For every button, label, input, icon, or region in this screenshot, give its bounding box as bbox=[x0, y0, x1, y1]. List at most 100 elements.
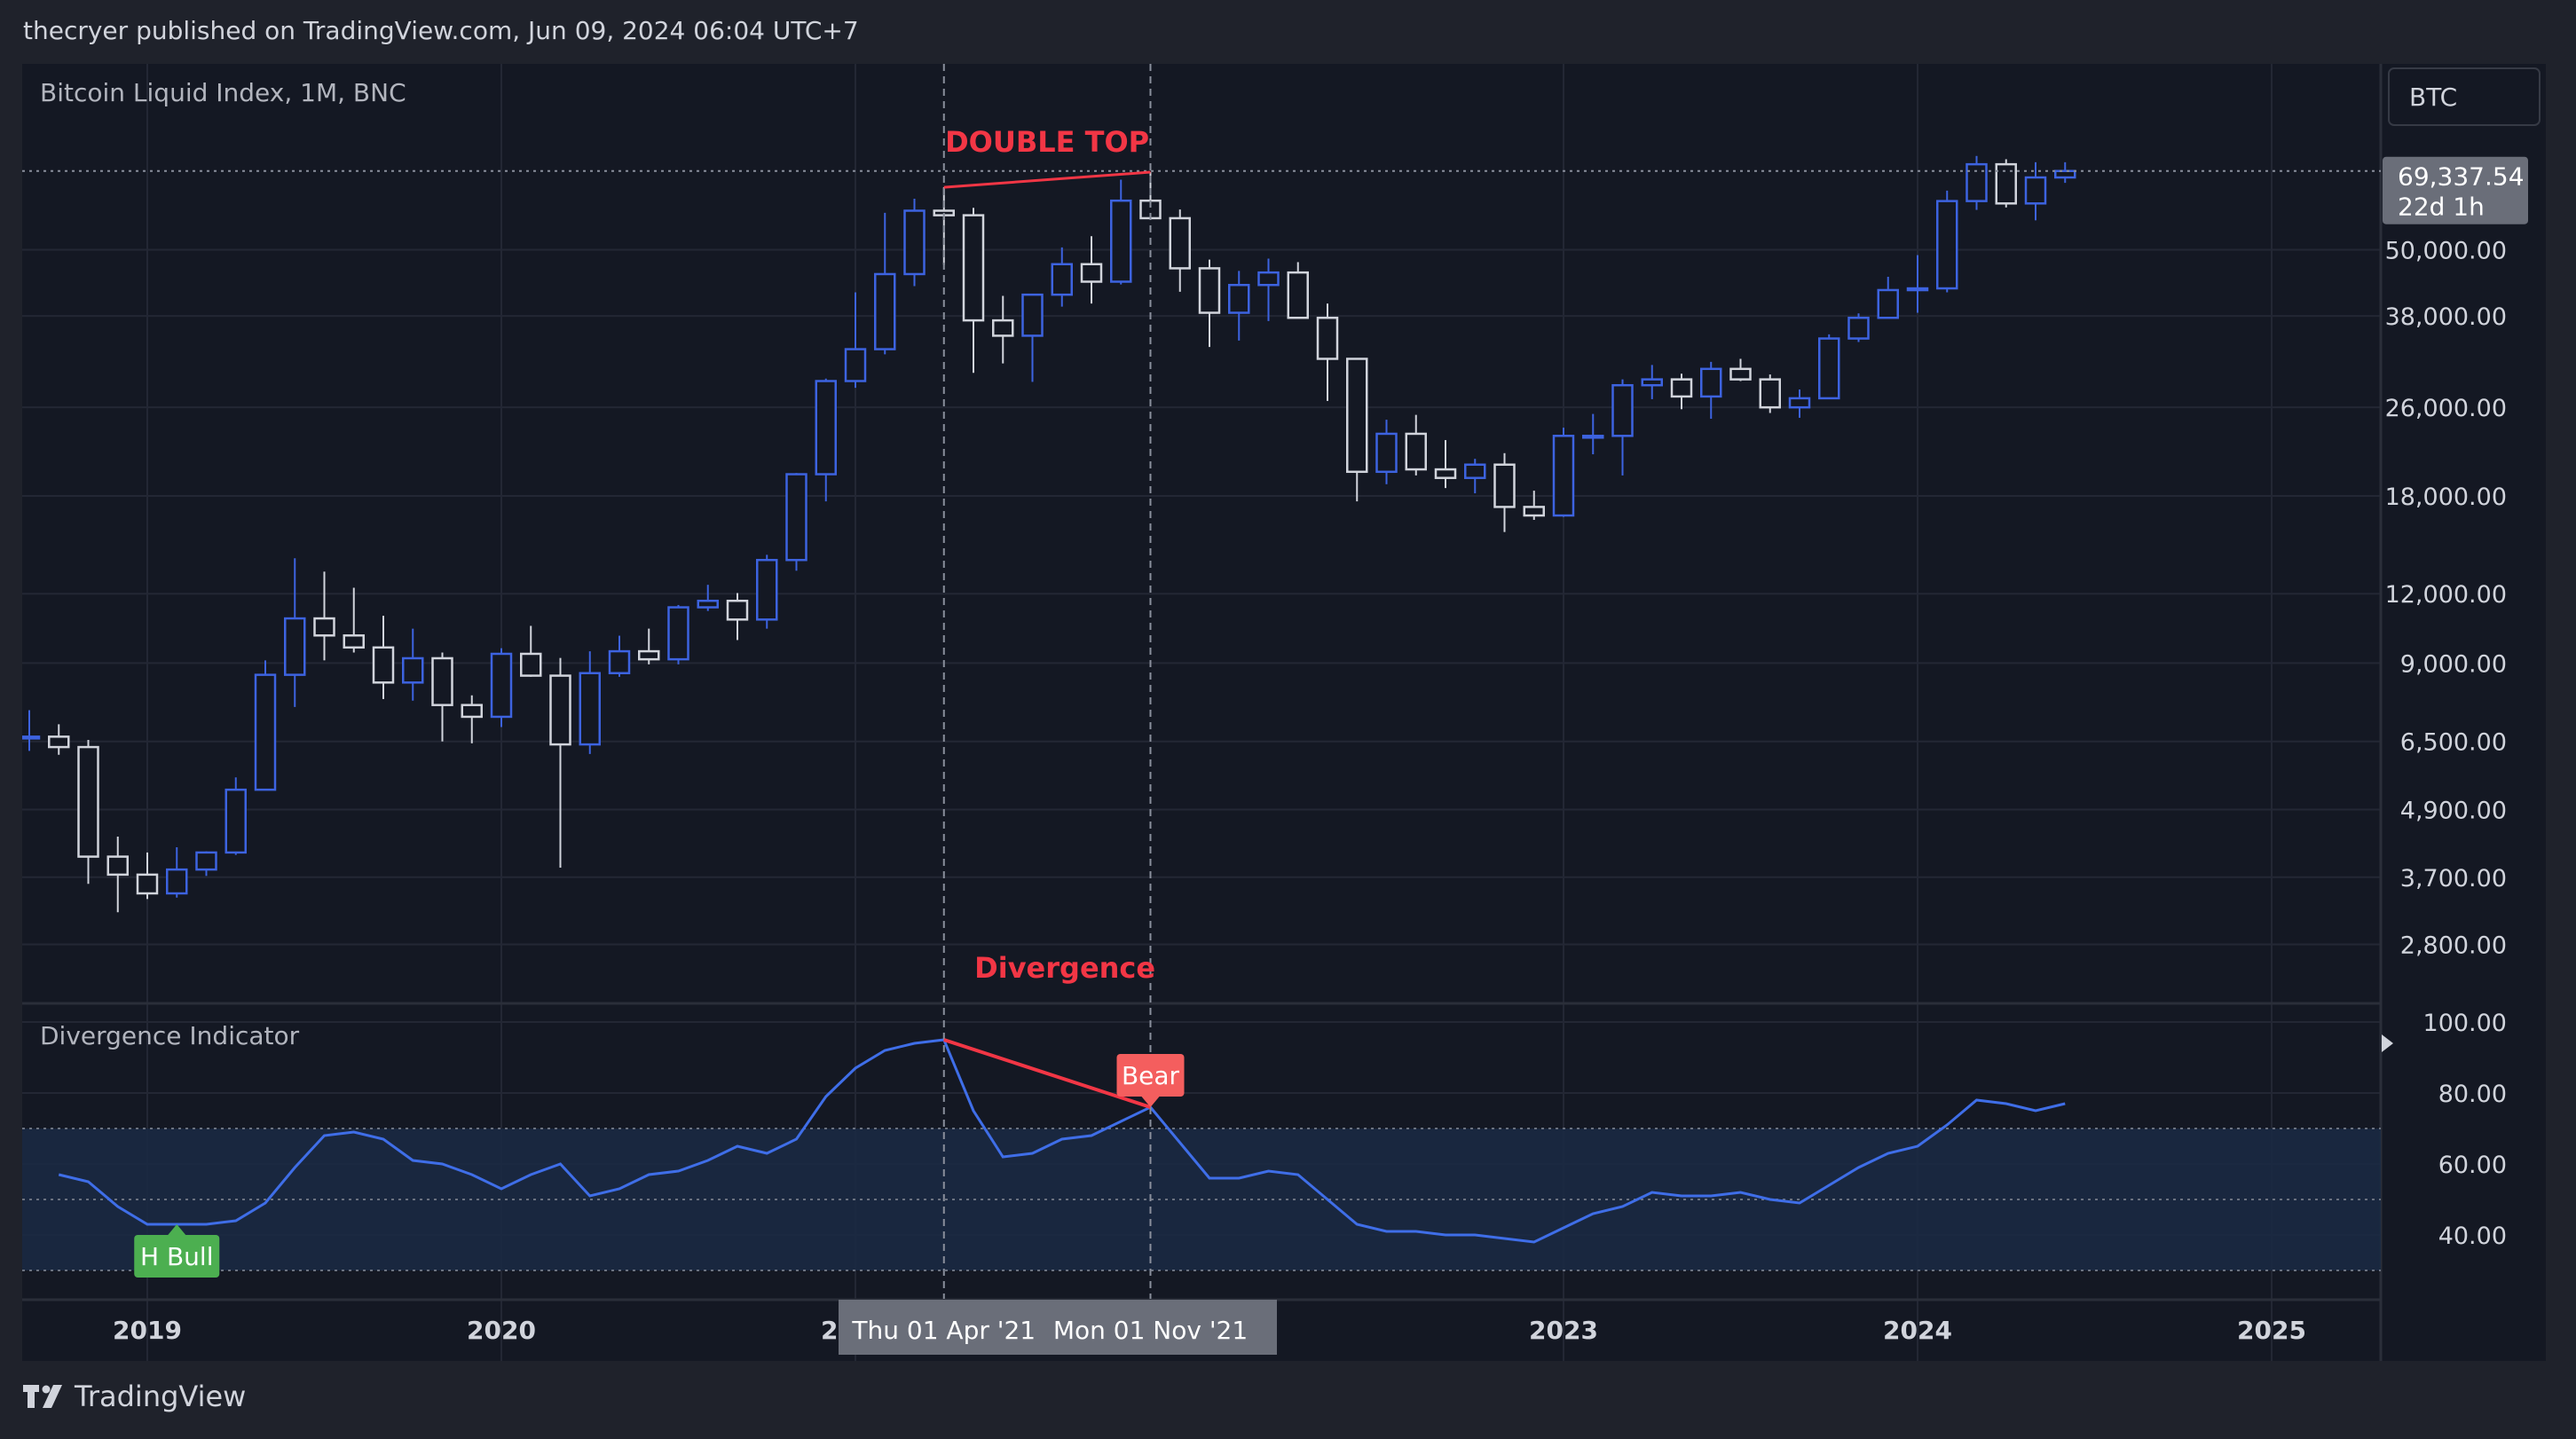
candle bbox=[1670, 374, 1693, 410]
candle bbox=[106, 836, 129, 913]
candle bbox=[1110, 179, 1132, 285]
candle bbox=[1080, 236, 1103, 304]
candle-body bbox=[667, 606, 689, 661]
candle-body bbox=[402, 657, 424, 684]
chart-svg[interactable]: DOUBLE TOP Divergence Bear H Bull Bitcoin L… bbox=[22, 64, 2546, 1361]
candle bbox=[284, 558, 306, 707]
candle-body bbox=[1169, 216, 1191, 270]
candle-body bbox=[1080, 263, 1103, 283]
tradingview-logo-icon bbox=[23, 1385, 62, 1408]
candle bbox=[1198, 259, 1221, 348]
crosshair-date-end: Mon 01 Nov '21 bbox=[1053, 1316, 1248, 1345]
publisher-line: thecryer published on TradingView.com, J… bbox=[23, 16, 859, 45]
candle bbox=[962, 208, 985, 374]
candle-body bbox=[549, 674, 571, 746]
candle-body bbox=[2024, 176, 2047, 205]
candle-body bbox=[1788, 397, 1811, 409]
candle bbox=[1523, 491, 1545, 520]
candle bbox=[48, 724, 70, 755]
candle bbox=[638, 628, 660, 664]
candle bbox=[1641, 365, 1663, 399]
candle-body bbox=[1670, 378, 1693, 398]
time-axis-label: 2023 bbox=[1529, 1316, 1598, 1345]
candle bbox=[1316, 303, 1339, 401]
candle-body bbox=[1287, 271, 1309, 319]
candle bbox=[1375, 420, 1398, 484]
candle-body bbox=[490, 652, 513, 719]
candle-body bbox=[1021, 293, 1044, 337]
candle-body bbox=[874, 272, 896, 350]
candle bbox=[77, 740, 99, 885]
candle bbox=[1759, 374, 1781, 413]
price-axis-label: 38,000.00 bbox=[2385, 303, 2507, 331]
candle-body bbox=[343, 634, 365, 649]
candle-body bbox=[1906, 287, 1929, 292]
time-axis-label: 2020 bbox=[467, 1316, 536, 1345]
candle bbox=[22, 710, 41, 751]
candle-body bbox=[1700, 367, 1722, 398]
pane-play-icon bbox=[2382, 1034, 2393, 1052]
candle-body bbox=[1051, 263, 1073, 296]
candle bbox=[815, 378, 837, 502]
candle bbox=[579, 651, 601, 754]
candle-body bbox=[1818, 337, 1840, 400]
candle bbox=[1700, 361, 1722, 419]
double-top-label: DOUBLE TOP bbox=[945, 125, 1149, 159]
candle-body bbox=[1110, 199, 1132, 283]
candle bbox=[844, 292, 867, 389]
candle-body bbox=[1936, 200, 1958, 290]
candle bbox=[1228, 271, 1250, 341]
candle bbox=[1464, 459, 1486, 494]
price-pane-title: Bitcoin Liquid Index, 1M, BNC bbox=[40, 78, 406, 107]
candle bbox=[431, 652, 453, 742]
candle-body bbox=[254, 673, 277, 791]
candle bbox=[195, 851, 217, 877]
price-axis-label: 4,900.00 bbox=[2400, 797, 2507, 824]
indicator-axis-label: 40.00 bbox=[2438, 1223, 2507, 1250]
candle bbox=[461, 695, 483, 743]
price-axis-label: 6,500.00 bbox=[2400, 729, 2507, 757]
price-axis-label: 2,800.00 bbox=[2400, 932, 2507, 959]
crosshair-date-badge: Thu 01 Apr '21 Mon 01 Nov '21 bbox=[839, 1300, 1277, 1355]
candle-body bbox=[844, 348, 867, 382]
candle bbox=[2054, 161, 2076, 184]
candle-body bbox=[313, 617, 335, 637]
indicator-band-layer bbox=[22, 1128, 2381, 1271]
candle bbox=[1346, 358, 1368, 502]
candle-body bbox=[1464, 463, 1486, 479]
candle bbox=[225, 777, 247, 855]
candle-body bbox=[1316, 316, 1339, 360]
candle-body bbox=[1434, 468, 1457, 479]
candle bbox=[1287, 262, 1309, 319]
candle-body bbox=[1847, 316, 1870, 340]
candle-body bbox=[48, 735, 70, 749]
candle-body bbox=[756, 558, 778, 621]
candle-body bbox=[166, 868, 188, 895]
symbol-box-label: BTC bbox=[2409, 83, 2457, 112]
tradingview-logo[interactable]: TradingView bbox=[23, 1380, 246, 1413]
candle bbox=[549, 657, 571, 868]
chart-frame[interactable]: DOUBLE TOP Divergence Bear H Bull Bitcoin L… bbox=[22, 64, 2546, 1361]
last-price-value: 69,337.54 bbox=[2398, 162, 2525, 192]
candle-body bbox=[77, 745, 99, 858]
candle-body bbox=[1611, 383, 1634, 437]
candle bbox=[608, 635, 631, 677]
last-price-countdown: 22d 1h bbox=[2398, 193, 2485, 222]
candle bbox=[1788, 389, 1811, 418]
indicator-axis-label: 100.00 bbox=[2423, 1010, 2507, 1037]
candle bbox=[756, 554, 778, 629]
candle bbox=[1552, 428, 1575, 517]
candle-body bbox=[1198, 267, 1221, 314]
candle-body bbox=[1346, 358, 1368, 474]
candle-body bbox=[1729, 367, 1752, 381]
candle-body bbox=[461, 704, 483, 719]
candle bbox=[697, 585, 719, 611]
time-axis-label: 2019 bbox=[113, 1316, 182, 1345]
candle-body bbox=[726, 599, 749, 621]
double-top-line bbox=[943, 170, 1151, 189]
indicator-pane-title: Divergence Indicator bbox=[40, 1021, 300, 1050]
indicator-axis-label: 60.00 bbox=[2438, 1152, 2507, 1179]
candle-body bbox=[992, 318, 1014, 337]
candle-body bbox=[608, 649, 631, 674]
candle bbox=[1995, 159, 2017, 208]
